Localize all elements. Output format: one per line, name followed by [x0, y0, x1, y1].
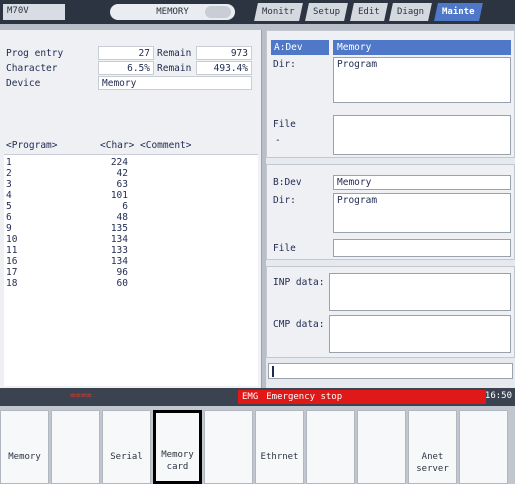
tab-monitr[interactable]: Monitr — [254, 3, 303, 21]
a-dev-field[interactable]: Memory — [333, 40, 511, 55]
col-program: <Program> — [6, 140, 58, 151]
tab-setup[interactable]: Setup — [304, 3, 348, 21]
fkey-blank-4[interactable] — [357, 410, 406, 484]
fkey-memory[interactable]: Memory — [0, 410, 49, 484]
alarm-message: EMG Emergency stop — [238, 390, 486, 404]
col-comment: <Comment> — [140, 140, 192, 151]
a-file-dash: - — [275, 135, 281, 146]
tab-diagn[interactable]: Diagn — [389, 3, 433, 21]
a-dir-field[interactable]: Program — [333, 57, 511, 103]
operation-mode-indicator: MEMORY — [110, 4, 235, 20]
fkey-blank-1[interactable] — [51, 410, 100, 484]
device-b-section: B:Dev Memory Dir: Program File — [266, 164, 515, 260]
fkey-blank-2[interactable] — [204, 410, 253, 484]
remain-value-2: 493.4% — [196, 61, 252, 75]
b-dir-label: Dir: — [273, 195, 296, 206]
cmp-data-label: CMP data: — [273, 319, 325, 330]
file-transfer-panel: A:Dev Memory Dir: Program File - B:Dev M… — [266, 30, 515, 390]
inp-data-field[interactable] — [329, 273, 511, 311]
device-label: Device — [6, 78, 41, 89]
device-a-section: A:Dev Memory Dir: Program File - — [266, 30, 515, 158]
list-item[interactable]: 9 135 — [4, 223, 254, 234]
cmp-data-field[interactable] — [329, 315, 511, 353]
mode-text: MEMORY — [156, 7, 189, 17]
text-cursor — [272, 366, 274, 377]
remain-label-1: Remain — [157, 48, 192, 59]
list-item[interactable]: 56 — [4, 201, 254, 212]
a-file-field[interactable] — [333, 115, 511, 155]
status-left-indicator: ==== — [70, 391, 92, 401]
data-section: INP data: CMP data: — [266, 266, 515, 358]
function-key-bar: Memory Serial Memory card Ethrnet Anet s… — [0, 406, 515, 484]
list-item[interactable]: 4 101 — [4, 190, 254, 201]
list-item[interactable]: 3 63 — [4, 179, 254, 190]
fkey-anet-server[interactable]: Anet server — [408, 410, 457, 484]
fkey-serial[interactable]: Serial — [102, 410, 151, 484]
device-value: Memory — [98, 76, 252, 90]
a-dev-label[interactable]: A:Dev — [271, 40, 329, 55]
list-item[interactable]: 18 60 — [4, 278, 254, 289]
a-dir-label: Dir: — [273, 59, 296, 70]
remain-value-1: 973 — [196, 46, 252, 60]
col-char: <Char> — [100, 140, 135, 151]
a-file-label: File — [273, 119, 296, 130]
command-input[interactable] — [268, 363, 513, 379]
top-bar: M70V MEMORY Monitr Setup Edit Diagn Main… — [0, 0, 515, 24]
list-item[interactable]: 2 42 — [4, 168, 254, 179]
program-list[interactable]: 1 224 2 42 3 63 4 101 56 6 48 9 135 10 134 11 13… — [4, 154, 258, 386]
b-dev-field[interactable]: Memory — [333, 175, 511, 190]
b-file-field[interactable] — [333, 239, 511, 257]
tab-edit[interactable]: Edit — [349, 3, 388, 21]
clock: 16:50 — [484, 391, 512, 401]
mode-sub-indicator — [205, 6, 231, 18]
list-item[interactable]: 11 133 — [4, 245, 254, 256]
character-label: Character — [6, 63, 58, 74]
alarm-text: Emergency stop — [266, 392, 343, 402]
fkey-ethrnet[interactable]: Ethrnet — [255, 410, 304, 484]
prog-entry-value: 27 — [98, 46, 154, 60]
program-list-panel: Prog entry 27 Remain 973 Character 6.5% … — [0, 30, 262, 390]
b-dir-field[interactable]: Program — [333, 193, 511, 233]
fkey-blank-5[interactable] — [459, 410, 508, 484]
status-bar: ==== EMG Emergency stop 16:50 — [0, 388, 515, 406]
tab-mainte[interactable]: Mainte — [434, 3, 483, 21]
prog-entry-label: Prog entry — [6, 48, 64, 59]
alarm-code: EMG — [242, 392, 259, 402]
remain-label-2: Remain — [157, 63, 192, 74]
list-item[interactable]: 1 224 — [4, 157, 254, 168]
fkey-blank-3[interactable] — [306, 410, 355, 484]
character-value: 6.5% — [98, 61, 154, 75]
list-item[interactable]: 10 134 — [4, 234, 254, 245]
list-item[interactable]: 16 134 — [4, 256, 254, 267]
fkey-memory-card[interactable]: Memory card — [153, 410, 202, 484]
list-item[interactable]: 6 48 — [4, 212, 254, 223]
screen-tabs: Monitr Setup Edit Diagn Mainte — [250, 3, 483, 21]
model-label: M70V — [3, 4, 65, 20]
inp-data-label: INP data: — [273, 277, 325, 288]
b-file-label: File — [273, 243, 296, 254]
b-dev-label: B:Dev — [273, 177, 302, 188]
list-item[interactable]: 17 96 — [4, 267, 254, 278]
